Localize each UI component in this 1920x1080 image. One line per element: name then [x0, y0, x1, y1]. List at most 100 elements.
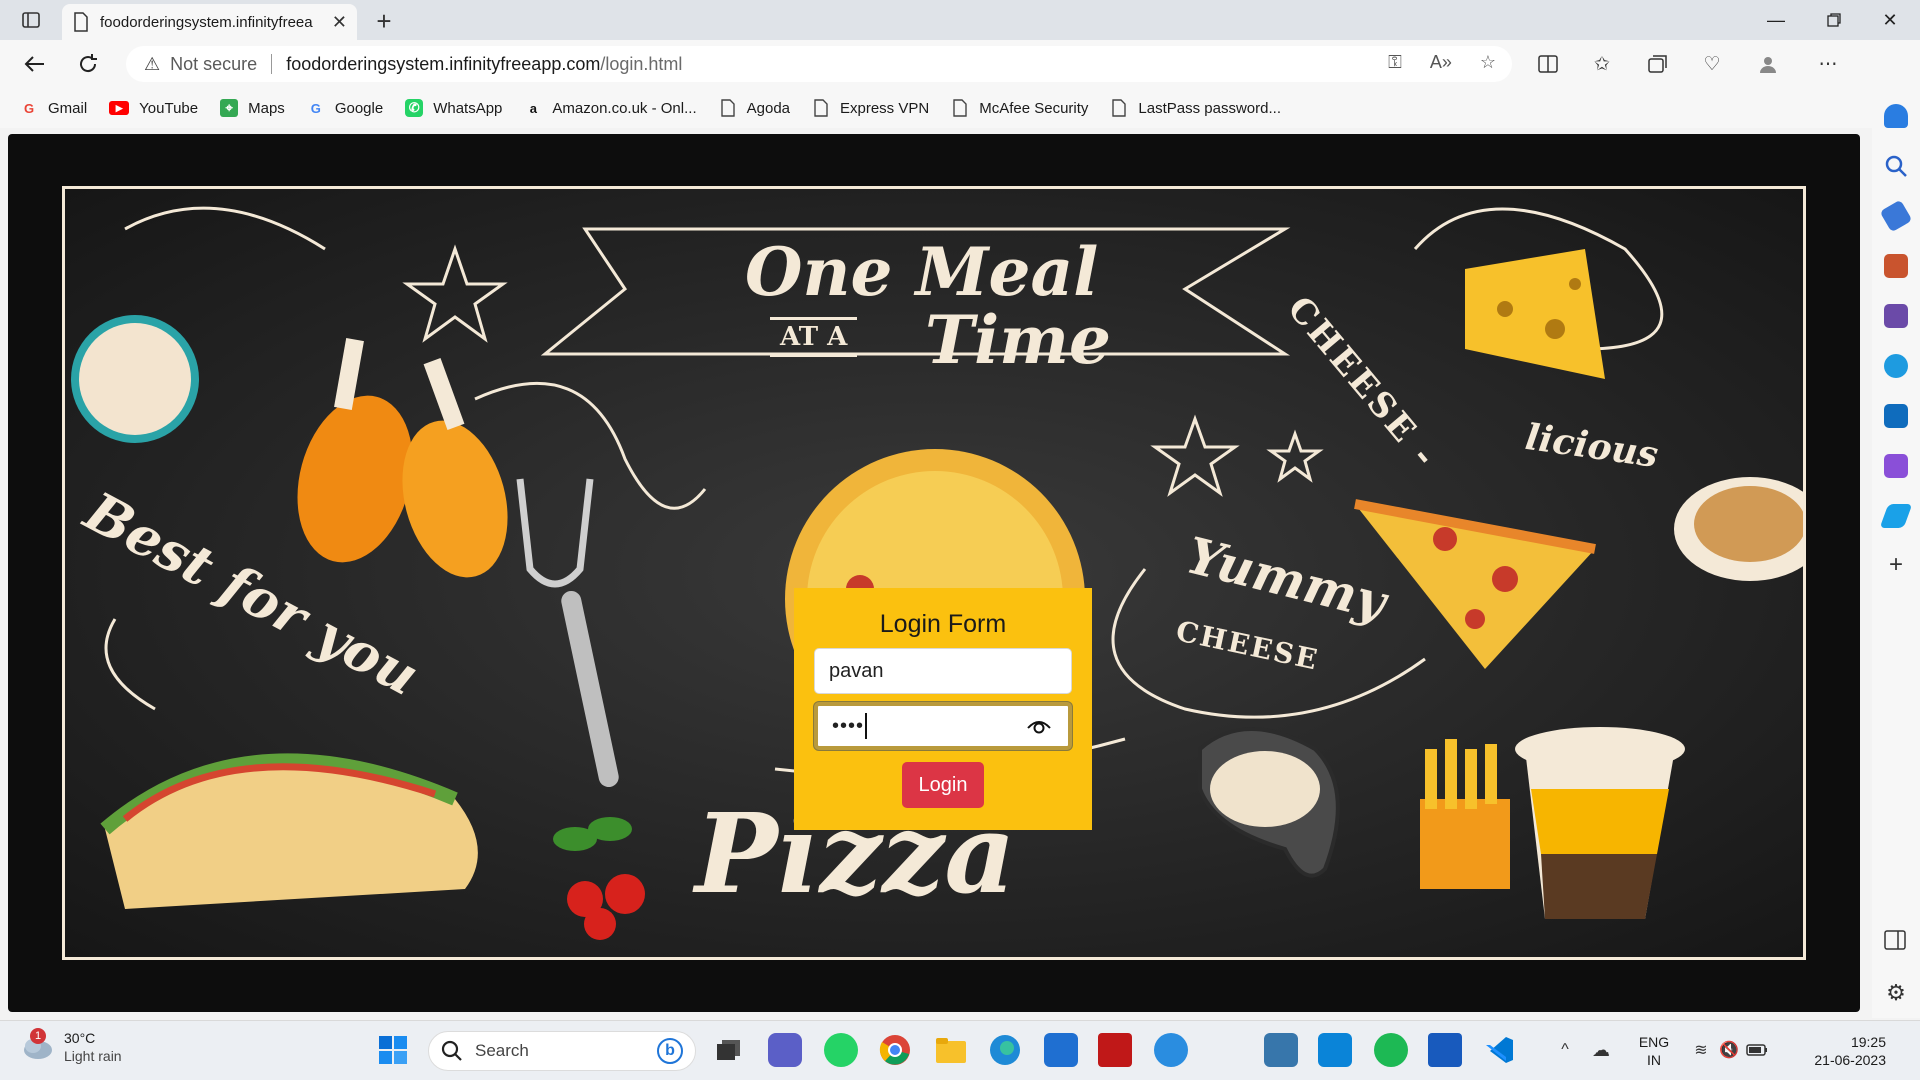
- tab-actions-icon[interactable]: [18, 8, 44, 32]
- show-password-icon[interactable]: [1026, 715, 1052, 737]
- settings-icon[interactable]: ⚙: [1884, 980, 1908, 1005]
- username-input[interactable]: pavan: [814, 648, 1072, 694]
- active-tab[interactable]: foodorderingsystem.infinityfreea ✕: [62, 4, 357, 40]
- python-icon[interactable]: [1264, 1033, 1298, 1067]
- bookmark-gmail[interactable]: G Gmail: [20, 99, 87, 117]
- get-help-icon[interactable]: [1154, 1033, 1188, 1067]
- page-icon: [720, 99, 735, 117]
- bookmark-maps[interactable]: ⌖ Maps: [220, 99, 285, 117]
- whatsapp-icon: ✆: [405, 99, 424, 117]
- password-input[interactable]: ••••: [814, 702, 1072, 750]
- language-indicator[interactable]: ENG IN: [1634, 1033, 1674, 1069]
- refresh-button[interactable]: [72, 48, 104, 80]
- spotify-icon[interactable]: [1374, 1033, 1408, 1067]
- bookmark-amazon[interactable]: a Amazon.co.uk - Onl...: [524, 99, 697, 117]
- teams-chat-icon[interactable]: [768, 1033, 802, 1067]
- mcafee-icon[interactable]: [1098, 1033, 1132, 1067]
- start-icon[interactable]: [376, 1033, 410, 1067]
- url-path[interactable]: /login.html: [600, 54, 682, 75]
- restore-button[interactable]: [1804, 0, 1864, 40]
- close-tab-icon[interactable]: ✕: [332, 12, 347, 33]
- headline-at-a: AT A: [770, 317, 858, 357]
- search-icon[interactable]: [1884, 154, 1908, 178]
- bookmark-youtube[interactable]: ▶ YouTube: [109, 100, 198, 117]
- back-button[interactable]: [18, 48, 50, 80]
- add-icon[interactable]: +: [1884, 553, 1908, 578]
- security-label[interactable]: Not secure: [170, 54, 257, 75]
- send-icon[interactable]: [1879, 504, 1913, 528]
- username-value: pavan: [829, 659, 884, 682]
- google-icon: G: [310, 100, 321, 116]
- zoom-icon[interactable]: [1318, 1033, 1352, 1067]
- tools-icon[interactable]: [1884, 254, 1908, 278]
- read-aloud-icon[interactable]: A»: [1430, 52, 1452, 73]
- page-icon: [1112, 99, 1127, 117]
- chalkboard-background: One Meal AT A Time CHEESE - licious Best…: [62, 186, 1806, 960]
- warning-icon[interactable]: ⚠: [144, 54, 160, 75]
- chevron-up-icon[interactable]: ^: [1548, 1033, 1582, 1067]
- login-button[interactable]: Login: [902, 762, 984, 808]
- language-code: ENG: [1638, 1034, 1670, 1050]
- taskbar-search[interactable]: Search b: [428, 1031, 696, 1071]
- notifications-icon[interactable]: [1884, 104, 1908, 128]
- page-icon: [953, 99, 967, 117]
- shopping-icon[interactable]: [1879, 199, 1913, 233]
- more-menu-icon[interactable]: ⋯: [1814, 50, 1842, 78]
- search-label: Search: [475, 1041, 529, 1060]
- bookmark-label: Google: [334, 99, 384, 117]
- bookmark-label: Agoda: [746, 99, 790, 117]
- navigation-bar: ⚠ Not secure foodorderingsystem.infinity…: [0, 40, 1920, 88]
- youtube-icon: ▶: [109, 101, 130, 115]
- edge-icon[interactable]: [988, 1033, 1022, 1067]
- clock[interactable]: 19:25 21-06-2023: [1782, 1033, 1886, 1069]
- divider: [271, 54, 273, 74]
- clock-date: 21-06-2023: [1814, 1052, 1886, 1068]
- task-view-icon[interactable]: [712, 1033, 746, 1067]
- bookmark-whatsapp[interactable]: ✆ WhatsApp: [405, 99, 502, 117]
- outlook-icon[interactable]: [1884, 404, 1908, 428]
- word-icon[interactable]: [1428, 1033, 1462, 1067]
- chrome-icon[interactable]: [878, 1033, 912, 1067]
- bookmark-express-vpn[interactable]: Express VPN: [812, 99, 929, 117]
- network-cloud-icon[interactable]: ☁: [1584, 1033, 1618, 1067]
- bookmark-agoda[interactable]: Agoda: [719, 99, 790, 117]
- bookmark-mcafee[interactable]: McAfee Security: [951, 99, 1088, 117]
- bookmark-label: Gmail: [48, 99, 88, 117]
- split-screen-icon[interactable]: [1534, 50, 1562, 78]
- favorites-icon[interactable]: ✩: [1588, 50, 1616, 78]
- page-viewport: One Meal AT A Time CHEESE - licious Best…: [8, 134, 1860, 1012]
- title-bar: foodorderingsystem.infinityfreea ✕ + — ✕: [0, 0, 1920, 40]
- microsoft-365-icon[interactable]: [1884, 354, 1908, 378]
- url-host[interactable]: foodorderingsystem.infinityfreeapp.com: [286, 54, 600, 75]
- bookmark-label: YouTube: [139, 99, 199, 117]
- games-icon[interactable]: [1884, 304, 1908, 328]
- collections-icon[interactable]: [1644, 50, 1672, 78]
- close-window-button[interactable]: ✕: [1860, 0, 1920, 40]
- whatsapp-icon[interactable]: [824, 1033, 858, 1067]
- file-explorer-icon[interactable]: [934, 1033, 968, 1067]
- vscode-icon[interactable]: [1482, 1033, 1516, 1067]
- minimize-button[interactable]: —: [1746, 0, 1806, 40]
- weather-widget[interactable]: 1 30°C Light rain: [20, 1028, 122, 1065]
- new-tab-button[interactable]: +: [370, 6, 398, 37]
- key-icon[interactable]: ⚿: [1388, 52, 1402, 73]
- microsoft-store-icon[interactable]: [1044, 1033, 1078, 1067]
- bookmark-lastpass[interactable]: LastPass password...: [1110, 99, 1281, 117]
- designer-icon[interactable]: [1884, 454, 1908, 478]
- battery-icon[interactable]: [1740, 1033, 1774, 1067]
- bing-icon: b: [657, 1038, 683, 1064]
- login-form: Login Form pavan •••• Login: [794, 588, 1092, 830]
- browser-essentials-icon[interactable]: ♡: [1698, 50, 1726, 78]
- headline-one-meal: One Meal: [745, 233, 1099, 311]
- bookmark-google[interactable]: G Google: [307, 99, 383, 117]
- address-bar[interactable]: ⚠ Not secure foodorderingsystem.infinity…: [126, 46, 1512, 82]
- tab-title: foodorderingsystem.infinityfreea: [100, 13, 313, 31]
- bookmarks-bar: G Gmail ▶ YouTube ⌖ Maps G Google ✆ What…: [0, 88, 1876, 128]
- region-code: IN: [1647, 1052, 1661, 1068]
- weather-badge: 1: [30, 1028, 46, 1044]
- profile-icon[interactable]: [1754, 50, 1782, 78]
- bookmark-label: Express VPN: [840, 99, 930, 117]
- sidebar-toggle-icon[interactable]: [1884, 930, 1908, 954]
- clock-time: 19:25: [1850, 1034, 1886, 1050]
- favorite-star-icon[interactable]: ☆: [1480, 52, 1496, 73]
